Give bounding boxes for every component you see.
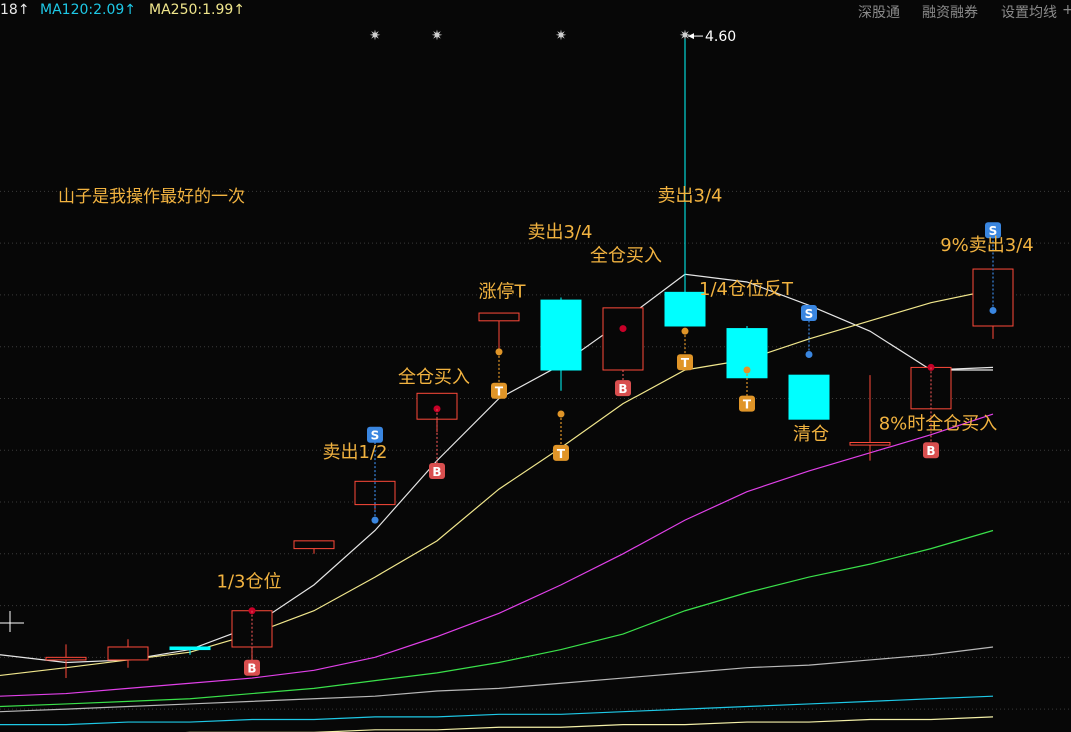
ma-line-pale-yellow (185, 716, 994, 732)
signal-badge-label: T (681, 356, 690, 370)
ma-line-magenta (0, 413, 994, 697)
signal-badge-label: B (926, 444, 935, 458)
candle-body (354, 480, 396, 506)
candle-body (849, 441, 891, 446)
trade-dot (619, 325, 627, 333)
ma-line-green (0, 529, 994, 708)
star-marker-icon: ✷ (369, 28, 381, 44)
annotation-label: 清仓 (793, 424, 829, 445)
annotation-label: 1/3仓位 (217, 571, 282, 592)
annotation-label: 卖出3/4 (528, 222, 593, 243)
signal-badge-label: T (495, 385, 504, 399)
ma-line-yellow (0, 289, 994, 677)
candle-body (293, 540, 335, 550)
annotation-label: 涨停T (479, 282, 527, 303)
star-marker-icon: ✷ (431, 28, 443, 44)
signal-badge-label: T (557, 447, 566, 461)
candlestick-chart: 4.60✷ ✷ ✷ ✷BSBTTBTTSBS1/3仓位卖出1/2全仓买入涨停T卖出3/… (0, 28, 1071, 732)
annotation-label: 9%卖出3/4 (940, 235, 1034, 256)
annotation-label: 卖出1/2 (323, 442, 388, 463)
candle-body (540, 299, 582, 371)
candle-body (788, 374, 830, 420)
star-marker-icon: ✷ (679, 28, 691, 44)
signal-badge-label: T (743, 398, 752, 412)
ma-line-white (0, 273, 994, 664)
signal-badge-label: B (618, 382, 627, 396)
commentary-text: 山子是我操作最好的一次 (58, 187, 245, 207)
candle-body (45, 656, 87, 661)
candle-body (478, 312, 520, 322)
annotation-label: 1/4仓位反T (699, 279, 794, 300)
signal-badge-label: B (432, 465, 441, 479)
annotation-label: 全仓买入 (398, 367, 470, 388)
annotation-label: 全仓买入 (590, 245, 662, 266)
annotation-label: 8%时全仓买入 (879, 414, 998, 435)
star-marker-icon: ✷ (555, 28, 567, 44)
high-marker-label: 4.60 (705, 29, 736, 45)
signal-badge-label: B (247, 662, 256, 676)
annotation-label: 卖出3/4 (658, 186, 723, 207)
candle-body (602, 307, 644, 371)
signal-badge-label: S (805, 307, 814, 321)
candle-body (169, 646, 211, 651)
signal-badge-label: S (371, 429, 380, 443)
candle-body (107, 646, 149, 661)
